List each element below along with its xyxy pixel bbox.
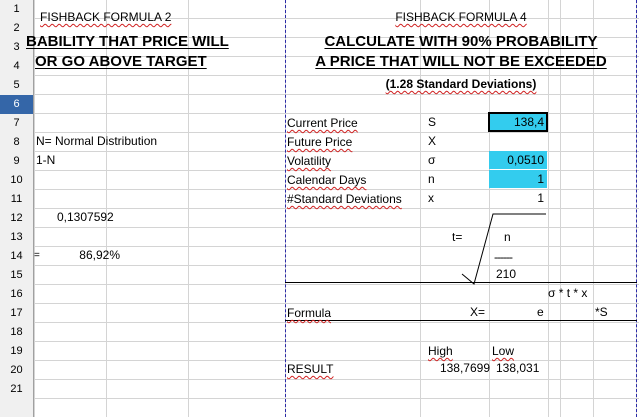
row-number[interactable]: 20 (0, 361, 33, 380)
future-price-symbol[interactable]: X (428, 133, 436, 149)
std-deviations-label[interactable]: #Standard Deviations (287, 191, 402, 207)
row-number[interactable]: 13 (0, 228, 33, 247)
calendar-days-symbol[interactable]: n (428, 171, 435, 187)
row-number[interactable]: 4 (0, 57, 33, 76)
current-price-input[interactable]: 138,4 (490, 114, 544, 130)
std-deviations-symbol[interactable]: x (428, 190, 434, 206)
result-label[interactable]: RESULT (287, 361, 333, 377)
right-title[interactable]: FISHBACK FORMULA 4 (286, 9, 636, 25)
calendar-days-label[interactable]: Calendar Days (287, 172, 366, 188)
row-number[interactable]: 15 (0, 266, 33, 285)
row-number[interactable]: 17 (0, 304, 33, 323)
t-denominator[interactable]: 210 (496, 266, 516, 282)
normal-distribution-label[interactable]: N= Normal Distribution (36, 133, 157, 149)
low-result-value[interactable]: 138,031 (496, 360, 539, 376)
exponent-expression[interactable]: σ * t * x (548, 285, 587, 301)
row-number[interactable]: 10 (0, 171, 33, 190)
high-label[interactable]: High (428, 343, 453, 359)
right-heading-line2[interactable]: A PRICE THAT WILL NOT BE EXCEEDED (286, 52, 636, 72)
page-break-line (636, 0, 637, 417)
grid-row-line (0, 265, 639, 266)
right-heading-line1[interactable]: CALCULATE WITH 90% PROBABILITY (286, 32, 636, 52)
left-heading-line2[interactable]: OR GO ABOVE TARGET (35, 52, 207, 72)
grid-row-line (0, 341, 639, 342)
spreadsheet-grid[interactable]: 1 2 3 4 5 6 7 8 9 10 11 12 13 14 15 16 17 18 19 20 21 FISHBA… (0, 0, 639, 417)
row-number[interactable]: 12 (0, 209, 33, 228)
row-number[interactable]: 6 (0, 95, 33, 114)
e-symbol[interactable]: e (537, 304, 544, 320)
future-price-label[interactable]: Future Price (287, 134, 352, 150)
n-value-cell[interactable]: 0,1307592 (57, 209, 114, 225)
volatility-label[interactable]: Volatility (287, 153, 331, 169)
volatility-input[interactable]: 0,0510 (490, 152, 544, 168)
formula-box-top-border (285, 282, 637, 283)
std-dev-subheading[interactable]: (1.28 Standard Deviations) (286, 76, 636, 92)
one-minus-n-label[interactable]: 1-N (36, 152, 55, 168)
grid-row-line (0, 227, 639, 228)
volatility-symbol[interactable]: σ (428, 152, 435, 168)
t-equals-label[interactable]: t= (452, 229, 462, 245)
row-number[interactable]: 16 (0, 285, 33, 304)
std-deviations-input[interactable]: 1 (490, 190, 544, 206)
row-number[interactable]: 14 (0, 247, 33, 266)
x-equals-label[interactable]: X= (470, 304, 485, 320)
left-title[interactable]: FISHBACK FORMULA 2 (40, 9, 171, 25)
row-number[interactable]: 9 (0, 152, 33, 171)
formula-box-bottom-border (285, 320, 637, 321)
row-number[interactable]: 8 (0, 133, 33, 152)
row-number[interactable]: 19 (0, 342, 33, 361)
grid-row-line (0, 322, 639, 323)
grid-row-line (0, 284, 639, 285)
equals-cell[interactable]: = (34, 248, 40, 264)
row-number[interactable]: 21 (0, 380, 33, 399)
calendar-days-input[interactable]: 1 (490, 171, 544, 187)
low-label[interactable]: Low (492, 343, 514, 359)
grid-row-line (0, 94, 639, 95)
formula-label[interactable]: Formula (287, 305, 331, 321)
row-number[interactable]: 18 (0, 323, 33, 342)
row-number[interactable]: 5 (0, 76, 33, 95)
current-price-symbol[interactable]: S (428, 114, 436, 130)
probability-result-cell[interactable]: 86,92% (60, 247, 120, 263)
high-result-value[interactable]: 138,7699 (420, 360, 490, 376)
grid-row-line (0, 379, 639, 380)
times-s-label[interactable]: *S (595, 304, 608, 320)
row-number[interactable]: 7 (0, 114, 33, 133)
left-heading-line1[interactable]: BABILITY THAT PRICE WILL (26, 32, 229, 52)
t-fraction-line[interactable]: ------ (494, 249, 513, 265)
grid-row-line (0, 398, 639, 399)
row-number[interactable]: 1 (0, 0, 33, 19)
row-number[interactable]: 11 (0, 190, 33, 209)
current-price-label[interactable]: Current Price (287, 115, 358, 131)
t-numerator[interactable]: n (504, 229, 511, 245)
